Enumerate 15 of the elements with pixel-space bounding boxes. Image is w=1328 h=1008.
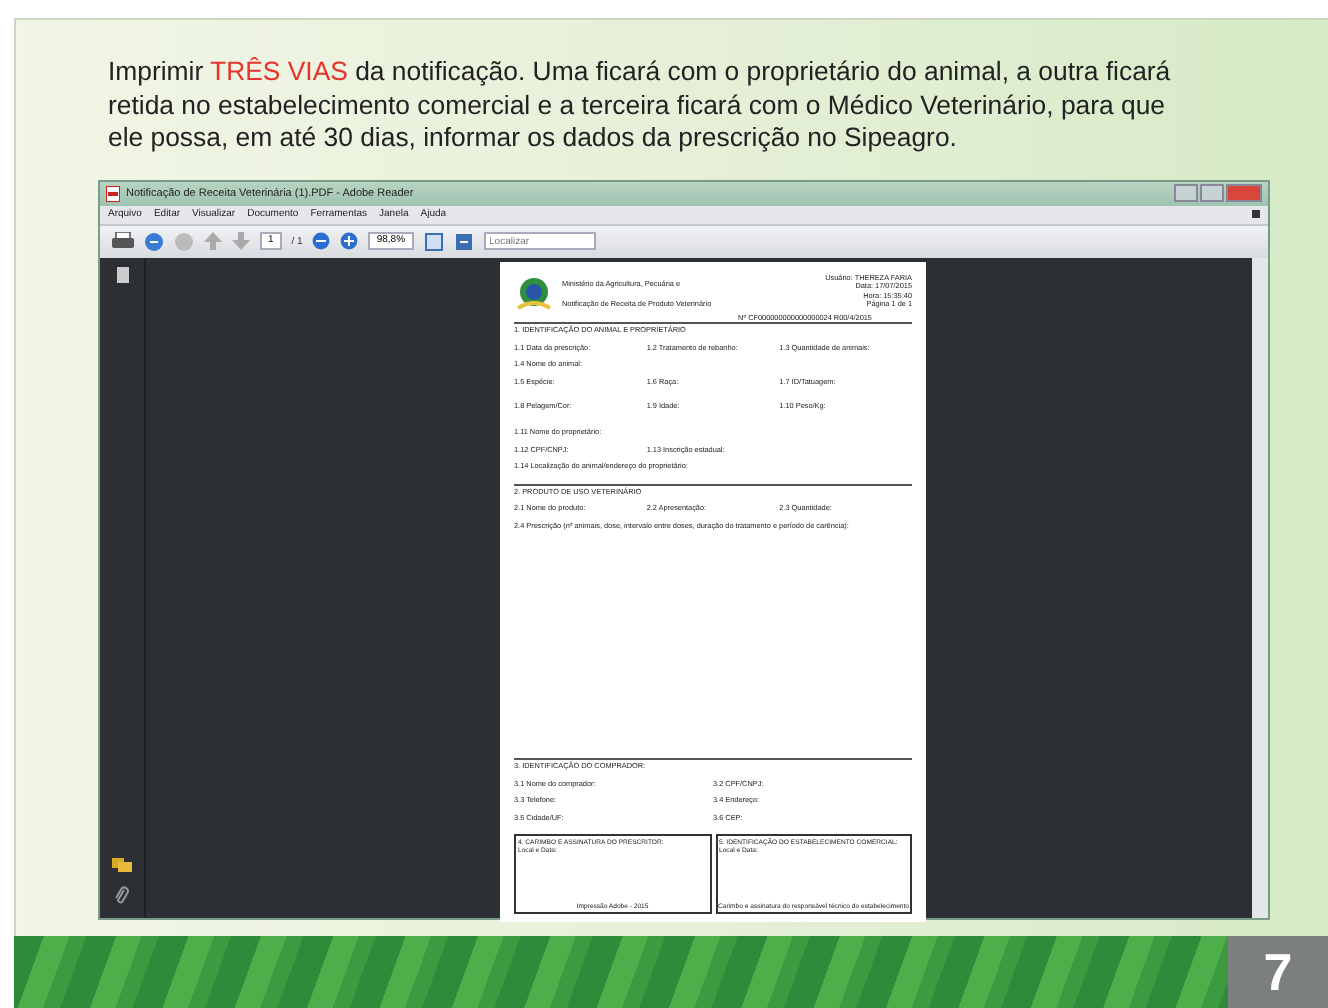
fit-width-icon[interactable] [453, 231, 474, 251]
maximize-button[interactable] [1200, 184, 1224, 202]
paperclip-icon[interactable] [114, 885, 130, 905]
zoom-out-icon[interactable] [312, 232, 331, 250]
emblem-drawing [514, 273, 554, 313]
fit-page-icon[interactable] [423, 231, 444, 251]
intro-paragraph: Imprimir TRÊS VIAS da notificação. Uma ficará com o proprietário do animal, a outra ficará retida no estabelecimento comercial e a terceira ficará com o Médico Veterinário, para que ele possa, em até 30 dias, informar os dados da prescrição no Sipeagro. [108, 56, 1173, 155]
print-icon[interactable] [112, 231, 134, 251]
minimize-button[interactable] [1174, 184, 1198, 202]
pages-icon[interactable] [115, 265, 129, 283]
slide-number: 7 [1228, 936, 1328, 1008]
comments-icon[interactable] [112, 857, 132, 873]
pdf-icon [106, 185, 120, 201]
zoom-in-icon[interactable] [340, 232, 359, 250]
scrollbar[interactable] [1252, 257, 1268, 917]
